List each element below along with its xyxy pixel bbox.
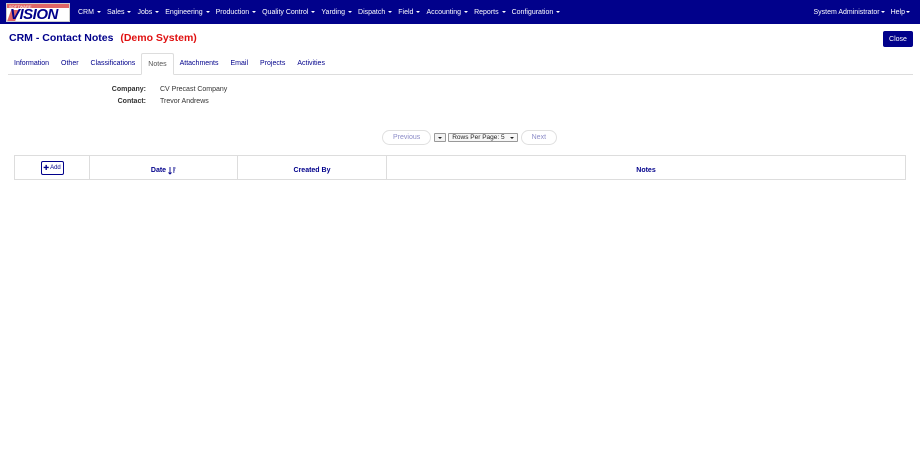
caret-down-icon (501, 11, 506, 13)
menu-production[interactable]: Production (215, 8, 257, 16)
tab-email[interactable]: Email (225, 53, 255, 74)
pagination: Previous Rows Per Page: 5 Next (382, 130, 558, 145)
menu-label: Yarding (321, 8, 346, 16)
menu-label: CRM (78, 8, 94, 16)
menu-label: Jobs (137, 8, 153, 16)
created-by-header-label: Created By (293, 167, 331, 174)
user-menu-area: System Administrator Help (813, 0, 910, 24)
caret-down-icon (252, 11, 257, 13)
menu-label: Accounting (426, 8, 462, 16)
contact-value: Trevor Andrews (160, 98, 209, 105)
menu-configuration[interactable]: Configuration (512, 9, 561, 16)
date-header-label: Date (150, 167, 167, 174)
tab-attachments[interactable]: Attachments (174, 53, 225, 74)
logo-text: VISION (10, 6, 58, 22)
dropdown-caret-icon (509, 136, 514, 139)
caret-down-icon (155, 11, 160, 13)
caret-down-icon (96, 11, 101, 13)
caret-down-icon (388, 11, 393, 13)
add-column: ✚ Add (15, 156, 90, 179)
menu-label: Field (398, 8, 414, 16)
menu-label: Reports (474, 8, 499, 16)
caret-down-icon (348, 11, 353, 13)
rows-per-page-select[interactable]: Rows Per Page: 5 (448, 133, 518, 142)
contact-label: Contact: (117, 98, 146, 105)
dropdown-caret-icon (438, 136, 443, 139)
menu-label: Sales (106, 8, 125, 16)
tab-projects[interactable]: Projects (254, 53, 291, 74)
next-page-button[interactable]: Next (520, 130, 558, 145)
close-button[interactable]: Close (883, 31, 913, 47)
caret-down-icon (464, 11, 469, 13)
main-menu: CRM Sales Jobs Engineering Production Qu… (78, 0, 566, 24)
caret-down-icon (556, 11, 561, 13)
notes-table-header: ✚ Add Date Created By Notes (14, 155, 906, 180)
caret-down-icon (205, 11, 210, 13)
caret-down-icon (416, 11, 421, 13)
plus-icon: ✚ (43, 164, 50, 172)
menu-dispatch[interactable]: Dispatch (358, 8, 393, 16)
top-navbar: SOFTWARE VISION CRM Sales Jobs Engineeri… (0, 0, 920, 24)
menu-crm[interactable]: CRM (78, 9, 101, 16)
column-header-date[interactable]: Date (90, 156, 238, 179)
previous-page-button[interactable]: Previous (382, 130, 432, 145)
column-header-created-by[interactable]: Created By (238, 156, 387, 179)
menu-yarding[interactable]: Yarding (321, 8, 353, 16)
add-note-button[interactable]: ✚ Add (40, 160, 64, 175)
tab-information[interactable]: Information (8, 53, 55, 74)
menu-label: Configuration (511, 8, 554, 16)
page-title: CRM - Contact Notes (Demo System) (9, 32, 197, 44)
tab-other[interactable]: Other (55, 53, 85, 74)
demo-system-label: (Demo System) (120, 32, 197, 44)
user-name: System Administrator (813, 8, 880, 16)
menu-jobs[interactable]: Jobs (137, 8, 160, 16)
menu-field[interactable]: Field (398, 8, 421, 16)
caret-down-icon (906, 11, 910, 13)
user-menu[interactable]: System Administrator (813, 8, 885, 16)
menu-label: Dispatch (358, 8, 386, 16)
menu-label: Engineering (165, 8, 203, 16)
tab-classifications[interactable]: Classifications (85, 53, 142, 74)
help-label: Help (890, 8, 905, 16)
rows-per-page-value: Rows Per Page: 5 (452, 134, 505, 141)
add-label: Add (50, 164, 61, 171)
tab-activities[interactable]: Activities (291, 53, 331, 74)
page-select[interactable] (434, 133, 447, 142)
menu-label: Production (215, 8, 250, 16)
vision-logo[interactable]: SOFTWARE VISION (6, 3, 70, 22)
menu-accounting[interactable]: Accounting (426, 8, 469, 16)
page-title-text: CRM - Contact Notes (9, 32, 114, 44)
company-value: CV Precast Company (160, 86, 228, 93)
sort-descending-icon[interactable] (168, 166, 176, 175)
menu-quality-control[interactable]: Quality Control (262, 8, 316, 16)
tab-notes[interactable]: Notes (141, 53, 174, 75)
caret-down-icon (880, 11, 885, 13)
menu-reports[interactable]: Reports (474, 9, 506, 16)
menu-engineering[interactable]: Engineering (165, 8, 210, 16)
column-header-notes[interactable]: Notes (387, 156, 905, 179)
help-menu[interactable]: Help (891, 9, 910, 16)
caret-down-icon (311, 11, 316, 13)
menu-label: Quality Control (262, 8, 309, 16)
company-label: Company: (111, 86, 146, 93)
menu-sales[interactable]: Sales (107, 9, 132, 16)
caret-down-icon (127, 11, 132, 13)
contact-tabs: Information Other Classifications Notes … (8, 53, 913, 75)
notes-header-label: Notes (636, 167, 656, 174)
